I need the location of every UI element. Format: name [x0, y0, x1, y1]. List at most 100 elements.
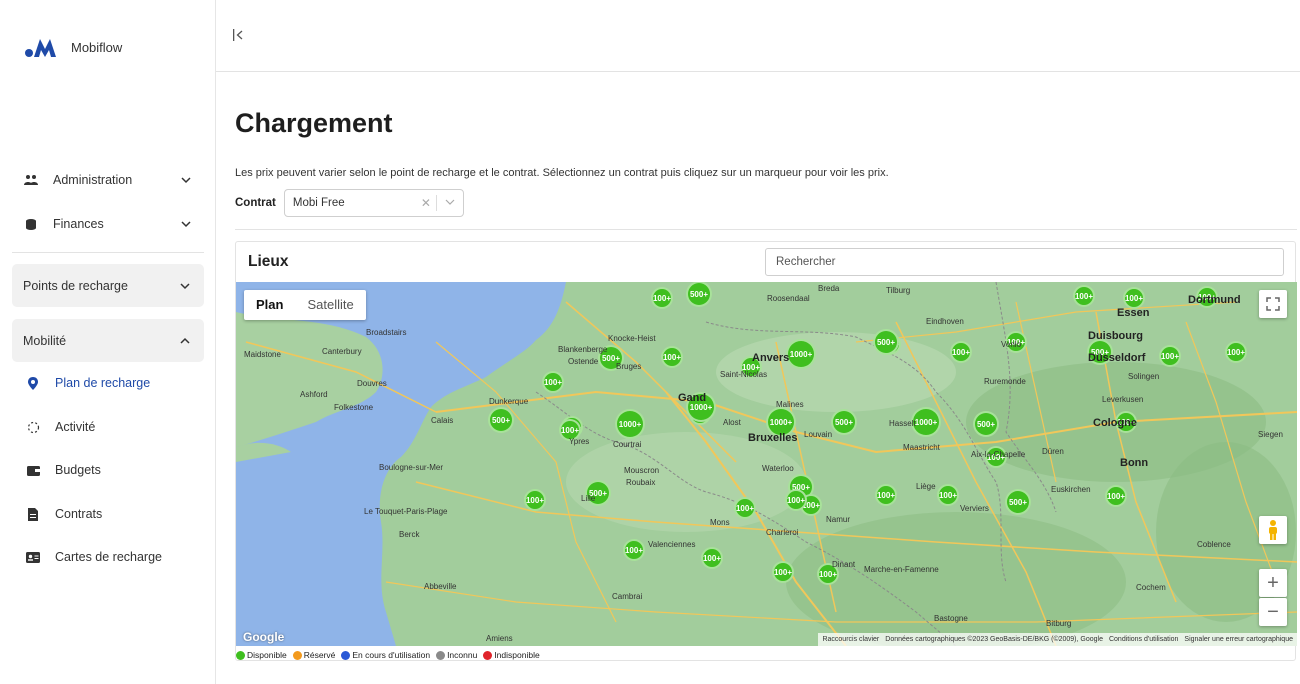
city-label: Hasselt — [889, 419, 916, 428]
sidebar-item-contrats[interactable]: Contrats — [12, 496, 204, 532]
search-input[interactable] — [765, 248, 1284, 276]
charging-cluster-marker[interactable]: 500+ — [686, 282, 712, 307]
charging-cluster-marker[interactable]: 1000+ — [786, 339, 816, 369]
charging-cluster-marker[interactable]: 500+ — [1005, 489, 1031, 515]
zoom-out-button[interactable]: − — [1259, 598, 1287, 626]
charging-cluster-marker[interactable]: 500+ — [873, 329, 899, 355]
city-label: Bitburg — [1046, 619, 1072, 628]
charging-cluster-marker[interactable]: 100+ — [1105, 485, 1127, 507]
sidebar-item-activite[interactable]: Activité — [12, 409, 204, 445]
sidebar-item-administration[interactable]: Administration — [12, 160, 204, 200]
city-label: Verviers — [960, 504, 989, 513]
clear-icon[interactable]: ✕ — [416, 196, 436, 210]
city-label: Roosendaal — [767, 294, 810, 303]
charging-cluster-marker[interactable]: 100+ — [772, 561, 794, 583]
charging-cluster-marker[interactable]: 100+ — [734, 497, 756, 519]
contract-select[interactable]: Mobi Free ✕ — [283, 189, 464, 217]
map-pin-icon — [25, 375, 41, 391]
report-error-link[interactable]: Signaler une erreur cartographique — [1184, 636, 1293, 643]
sidebar-item-plan-de-recharge[interactable]: Plan de recharge — [12, 365, 204, 401]
charging-cluster-marker[interactable]: 100+ — [1159, 345, 1181, 367]
charging-cluster-marker[interactable]: 100+ — [661, 346, 683, 368]
city-label: Calais — [431, 416, 454, 425]
charging-cluster-marker[interactable]: 1000+ — [615, 409, 645, 439]
document-icon — [25, 506, 41, 522]
sidebar-group-mobilite[interactable]: Mobilité — [12, 319, 204, 362]
city-label: Knocke-Heist — [608, 334, 656, 343]
zoom-in-button[interactable]: + — [1259, 569, 1287, 597]
city-label: Gand — [678, 392, 707, 404]
charging-cluster-marker[interactable]: 500+ — [831, 409, 857, 435]
city-label: Bonn — [1120, 457, 1149, 469]
brand-logo[interactable]: Mobiflow — [25, 36, 122, 58]
sidebar-item-label: Cartes de recharge — [55, 550, 163, 564]
city-label: Dortmund — [1188, 294, 1241, 306]
sidebar-item-budgets[interactable]: Budgets — [12, 452, 204, 488]
charging-cluster-marker[interactable]: 100+ — [542, 371, 564, 393]
city-label: Dinant — [832, 560, 856, 569]
fullscreen-button[interactable] — [1259, 290, 1287, 318]
chevron-down-icon — [180, 282, 190, 289]
charging-cluster-marker[interactable]: 500+ — [973, 411, 999, 437]
charging-cluster-marker[interactable]: 500+ — [488, 407, 514, 433]
chevron-down-icon[interactable] — [437, 198, 463, 209]
city-label: Leverkusen — [1102, 395, 1144, 404]
sidebar-divider — [12, 252, 204, 253]
mobiflow-logo-icon — [25, 39, 56, 57]
chevron-down-icon — [181, 177, 191, 184]
city-label: Cochem — [1136, 583, 1166, 592]
charging-cluster-marker[interactable]: 100+ — [651, 287, 673, 309]
charging-cluster-marker[interactable]: 100+ — [1123, 287, 1145, 309]
sidebar-item-label: Administration — [53, 173, 133, 187]
locations-card: Lieux Rechercher Plan Satellite + − 100+… — [235, 241, 1297, 661]
charging-cluster-marker[interactable]: 100+ — [1073, 285, 1095, 307]
sidebar-item-cartes-de-recharge[interactable]: Cartes de recharge — [12, 539, 204, 575]
city-label: Le Touquet-Paris-Plage — [364, 507, 448, 516]
city-label: Boulogne-sur-Mer — [379, 463, 444, 472]
sidebar-group-points-de-recharge[interactable]: Points de recharge — [12, 264, 204, 307]
map-type-plan[interactable]: Plan — [244, 290, 295, 320]
charging-cluster-marker[interactable]: 100+ — [785, 489, 807, 511]
charging-cluster-marker[interactable]: 100+ — [937, 484, 959, 506]
sidebar-item-label: Activité — [55, 420, 96, 434]
sidebar-group-label: Points de recharge — [23, 278, 128, 293]
city-label: Waterloo — [762, 464, 794, 473]
city-label: Breda — [818, 284, 840, 293]
locations-title: Lieux — [248, 253, 289, 270]
status-dot — [436, 650, 446, 660]
brand-name: Mobiflow — [71, 39, 123, 55]
map-data-credit: Données cartographiques ©2023 GeoBasis-D… — [885, 636, 1103, 643]
plus-icon: + — [1267, 571, 1279, 594]
legend-label: Inconnu — [447, 650, 478, 660]
city-label: Aix-la-Chapelle — [971, 450, 1026, 459]
sidebar-item-finances[interactable]: Finances — [12, 204, 204, 244]
charging-cluster-marker[interactable]: 100+ — [524, 489, 546, 511]
map-canvas[interactable]: Plan Satellite + − 100+ 500+ 500+ 1000+ 100+… — [236, 282, 1297, 646]
charging-cluster-marker[interactable]: 100+ — [701, 547, 723, 569]
keyboard-shortcuts-link[interactable]: Raccourcis clavier — [822, 636, 879, 643]
sidebar-item-label: Plan de recharge — [55, 376, 151, 390]
page-title: Chargement — [235, 108, 393, 138]
status-dot — [483, 650, 493, 660]
wallet-icon — [25, 462, 41, 478]
charging-cluster-marker[interactable]: 100+ — [623, 539, 645, 561]
city-label: Blankenberge — [558, 345, 608, 354]
map-type-satellite[interactable]: Satellite — [295, 290, 365, 320]
city-label: Cologne — [1093, 417, 1137, 429]
charging-cluster-marker[interactable]: 100+ — [875, 484, 897, 506]
sidebar-group-label: Mobilité — [23, 333, 67, 348]
city-label: Ashford — [300, 390, 328, 399]
city-label: Berck — [399, 530, 420, 539]
city-label: Düren — [1042, 447, 1064, 456]
collapse-sidebar-button[interactable] — [232, 28, 246, 44]
city-label: Tilburg — [886, 286, 911, 295]
city-label: Folkestone — [334, 403, 374, 412]
city-label: Ostende — [568, 357, 599, 366]
city-label: Bruges — [616, 362, 642, 371]
city-label: Ypres — [569, 437, 590, 446]
street-view-button[interactable] — [1259, 516, 1287, 544]
city-label: Mons — [710, 518, 730, 527]
charging-cluster-marker[interactable]: 100+ — [1225, 341, 1247, 363]
terms-link[interactable]: Conditions d'utilisation — [1109, 636, 1178, 643]
charging-cluster-marker[interactable]: 100+ — [950, 341, 972, 363]
